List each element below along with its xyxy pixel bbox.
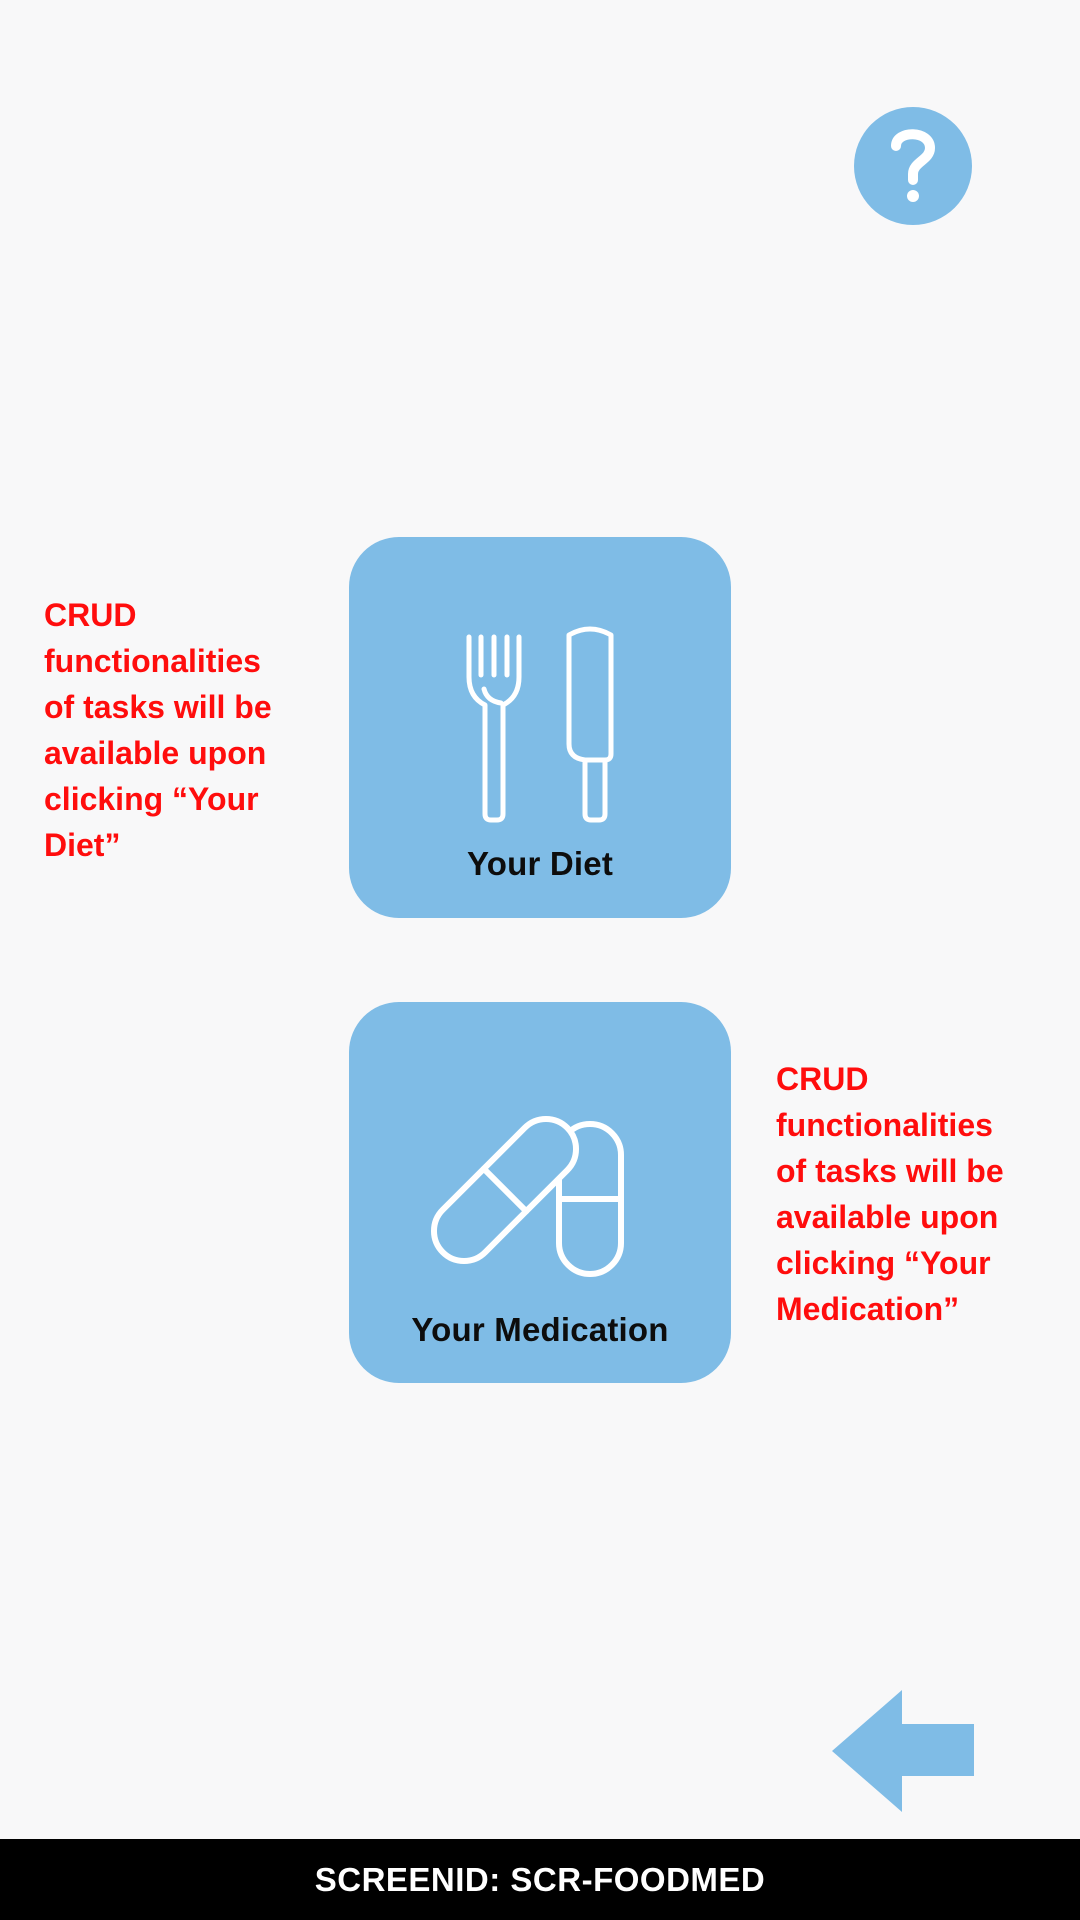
- your-diet-button[interactable]: Your Diet: [349, 537, 731, 918]
- tile-label: Your Medication: [411, 1311, 669, 1348]
- diet-annotation: CRUD functionalities of tasks will be av…: [44, 597, 272, 863]
- your-medication-button[interactable]: Your Medication: [349, 1002, 731, 1383]
- back-arrow-icon: [832, 1690, 974, 1812]
- back-button[interactable]: [832, 1690, 974, 1812]
- tile-label: Your Diet: [466, 845, 614, 882]
- screen-id-label: SCREENID: SCR-FOODMED: [314, 1860, 766, 1898]
- screen-id-bar: SCREENID: SCR-FOODMED: [0, 1839, 1080, 1920]
- question-mark-icon: [888, 126, 938, 206]
- medication-annotation: CRUD functionalities of tasks will be av…: [776, 1061, 1004, 1327]
- help-button[interactable]: [854, 107, 972, 225]
